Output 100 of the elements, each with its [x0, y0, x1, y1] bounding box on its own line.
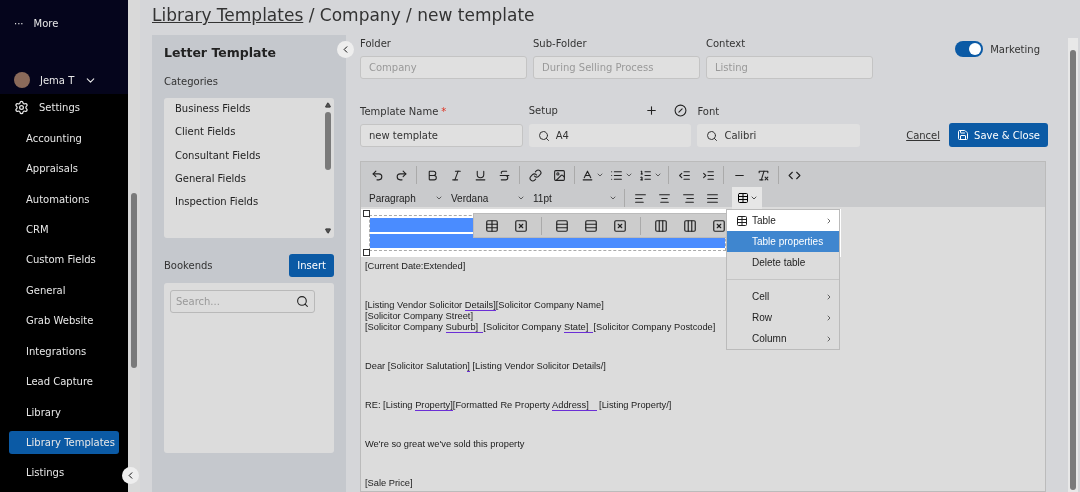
bullet-list-icon[interactable] [610, 168, 623, 182]
caret-icon [825, 334, 833, 343]
sidebar-item[interactable]: Library Templates [9, 431, 119, 454]
marketing-toggle[interactable] [955, 41, 984, 57]
search-icon [296, 295, 309, 308]
breadcrumb-link[interactable]: Library Templates [152, 5, 304, 25]
caret-icon[interactable] [596, 171, 604, 179]
underline-icon[interactable] [473, 168, 487, 182]
document-line: Dear [Solicitor Salutation] [Listing Vendor Solicitor Details/] [365, 361, 606, 372]
breadcrumb-text: / Company / new template [307, 5, 535, 25]
align-center-icon[interactable] [657, 191, 671, 205]
category-item[interactable]: General Fields [175, 172, 246, 184]
collapse-button[interactable] [122, 467, 139, 484]
search-icon [537, 129, 550, 142]
cancel-link[interactable]: Cancel [906, 129, 941, 141]
field-label: Template Name [360, 106, 439, 117]
link-icon[interactable] [528, 168, 542, 182]
size-select[interactable]: 11pt [529, 188, 621, 208]
required-mark: * [441, 106, 447, 117]
caret-icon[interactable] [625, 171, 633, 179]
field-label: Sub-Folder [533, 38, 588, 49]
x-box-icon[interactable] [613, 218, 627, 233]
template-name-field[interactable]: new template [360, 124, 523, 147]
sidebar-item[interactable]: Appraisals [9, 157, 119, 180]
justify-icon[interactable] [705, 191, 719, 205]
gear-icon [14, 100, 29, 116]
caret-icon [825, 313, 833, 322]
more-icon[interactable]: ··· [14, 18, 24, 29]
field-label: Context [706, 38, 747, 49]
sidebar-item[interactable]: Integrations [9, 340, 119, 363]
caret-icon [609, 194, 617, 202]
indent-icon[interactable] [701, 168, 715, 182]
numbered-list-icon[interactable] [639, 168, 652, 182]
category-item[interactable]: Consultant Fields [175, 149, 261, 161]
scroll-up-icon [325, 102, 331, 108]
menu-item[interactable]: Delete table [727, 252, 839, 273]
setup-field[interactable]: A4 [528, 124, 692, 147]
text-color-icon[interactable] [581, 168, 594, 182]
menu-item[interactable]: Cell [727, 286, 839, 307]
menu-item[interactable]: Row [727, 307, 839, 328]
x-box-icon[interactable] [712, 218, 726, 233]
more-link[interactable]: More [33, 18, 59, 29]
plus-icon[interactable] [645, 104, 659, 117]
outdent-icon[interactable] [677, 168, 691, 182]
category-item[interactable]: Inspection Fields [175, 196, 259, 208]
menu-item[interactable]: Column [727, 328, 839, 349]
document-line: RE: [Listing Property][Formatted Re Property Address] [Listing Property/] [365, 400, 672, 411]
rows-icon[interactable] [584, 218, 598, 233]
sidebar-item[interactable]: Automations [9, 187, 119, 211]
document-line: [Sale Price] [365, 478, 413, 489]
table-icon [736, 214, 748, 227]
rows-icon[interactable] [555, 218, 569, 233]
circle-slash-icon[interactable] [674, 104, 688, 117]
strikethrough-icon[interactable] [497, 168, 511, 182]
menu-item[interactable]: Table properties [727, 231, 839, 252]
category-item[interactable]: Client Fields [175, 126, 236, 138]
caret-icon [517, 194, 525, 202]
table-button[interactable] [732, 187, 762, 209]
save-close-button[interactable]: Save & Close [949, 123, 1048, 147]
clear-format-icon[interactable] [756, 168, 770, 182]
sidebar-item[interactable]: Lead Capture [9, 370, 119, 393]
sidebar-item[interactable]: Accounting [9, 127, 119, 150]
align-right-icon[interactable] [681, 191, 695, 205]
document-line: [Current Date:Extended] [365, 261, 466, 272]
align-left-icon[interactable] [633, 191, 647, 205]
category-item[interactable]: Business Fields [175, 103, 251, 114]
columns-icon[interactable] [654, 218, 668, 233]
x-box-icon[interactable] [514, 218, 528, 233]
document-line: We're so great we've sold this property [365, 439, 525, 450]
user-name[interactable]: Jema T [40, 74, 75, 86]
sidebar-item[interactable]: General [9, 279, 119, 302]
save-icon [957, 129, 970, 141]
field-label: Folder [360, 38, 392, 49]
italic-icon[interactable] [449, 168, 463, 182]
document-line: [Listing Vendor Solicitor Details][Solicitor Company Name] [365, 300, 604, 311]
format-select[interactable]: Paragraph [365, 188, 447, 208]
caret-icon [435, 194, 443, 202]
sidebar-item[interactable]: Grab Website [9, 309, 119, 332]
search-icon [706, 129, 719, 142]
menu-item[interactable]: Table [727, 210, 839, 231]
field-label: Setup [528, 105, 558, 116]
insert-button[interactable]: Insert [289, 254, 334, 277]
caret-icon[interactable] [654, 171, 662, 179]
sidebar-item[interactable]: Listings [9, 461, 119, 484]
document-line: [Solicitor Company Street] [365, 311, 473, 322]
sidebar-item[interactable]: CRM [9, 218, 119, 241]
categories-label: Categories [164, 76, 219, 87]
columns-icon[interactable] [683, 218, 697, 233]
font-field[interactable]: Calibri [697, 124, 861, 147]
undo-icon[interactable] [370, 168, 384, 182]
image-icon[interactable] [552, 168, 566, 182]
scroll-down-icon [325, 228, 331, 234]
document-line: [Solicitor Company Suburb] [Solicitor Company State] [Solicitor Company Postcode] [365, 322, 716, 333]
sidebar-item[interactable]: Library [9, 400, 119, 424]
redo-icon[interactable] [394, 168, 408, 182]
font-select[interactable]: Verdana [447, 188, 529, 208]
sidebar-item[interactable]: Custom Fields [9, 248, 119, 272]
toggle-label: Marketing [990, 43, 1040, 55]
caret-icon [825, 292, 833, 301]
grid-icon[interactable] [485, 218, 499, 233]
